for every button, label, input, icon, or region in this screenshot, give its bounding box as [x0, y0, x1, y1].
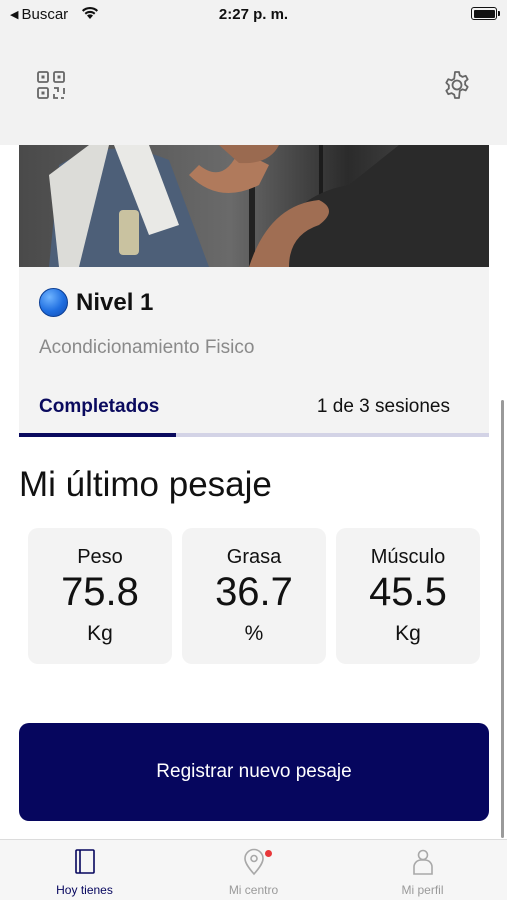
- tab-label: Mi perfil: [401, 883, 444, 897]
- notification-badge: [265, 850, 272, 857]
- level-title: Nivel 1: [76, 288, 154, 316]
- tab-completados[interactable]: Completados: [39, 396, 159, 418]
- gear-icon[interactable]: [442, 70, 472, 100]
- gym-photo: [19, 145, 489, 267]
- level-dot-icon: [39, 288, 68, 317]
- battery-icon: [471, 7, 500, 20]
- map-pin-icon: [243, 848, 264, 876]
- metric-value: 36.7: [215, 570, 293, 614]
- metrics-row: Peso 75.8 Kg Grasa 36.7 % Músculo 45.5 K…: [28, 528, 480, 664]
- metric-unit: Kg: [395, 622, 421, 645]
- level-heading: Nivel 1: [39, 288, 153, 317]
- metric-label: Músculo: [370, 546, 446, 568]
- tab-mi-centro[interactable]: Mi centro: [169, 840, 338, 900]
- status-bar: ◀ Buscar 2:27 p. m.: [0, 0, 507, 30]
- tab-label: Hoy tienes: [56, 883, 113, 897]
- metric-card-peso: Peso 75.8 Kg: [28, 528, 172, 664]
- metric-label: Grasa: [226, 546, 282, 568]
- tab-mi-perfil[interactable]: Mi perfil: [338, 840, 507, 900]
- tab-bar: Hoy tienes Mi centro Mi perfil: [0, 839, 507, 900]
- metric-value: 75.8: [61, 570, 139, 614]
- metric-unit: Kg: [87, 622, 113, 645]
- tab-label: Mi centro: [228, 883, 279, 897]
- person-icon: [412, 849, 433, 875]
- sessions-count: 1 de 3 sesiones: [316, 396, 450, 417]
- metric-value: 45.5: [369, 570, 447, 614]
- metric-label: Peso: [77, 546, 123, 568]
- section-title: Mi último pesaje: [19, 465, 272, 504]
- clock: 2:27 p. m.: [218, 6, 289, 23]
- scrollbar[interactable]: [501, 400, 504, 838]
- metric-card-grasa: Grasa 36.7 %: [182, 528, 326, 664]
- tab-hoy-tienes[interactable]: Hoy tienes: [0, 840, 169, 900]
- progress-bar: [19, 433, 489, 437]
- progress-bar-fill: [19, 433, 176, 437]
- register-weigh-in-button[interactable]: Registrar nuevo pesaje: [19, 723, 489, 821]
- qr-code-icon[interactable]: [36, 70, 66, 100]
- metric-card-musculo: Músculo 45.5 Kg: [336, 528, 480, 664]
- app-bar: [0, 30, 507, 145]
- book-icon: [74, 849, 95, 874]
- program-subtitle: Acondicionamiento Fisico: [39, 337, 255, 358]
- program-card[interactable]: Nivel 1 Acondicionamiento Fisico Complet…: [19, 145, 489, 437]
- metric-unit: %: [244, 622, 264, 645]
